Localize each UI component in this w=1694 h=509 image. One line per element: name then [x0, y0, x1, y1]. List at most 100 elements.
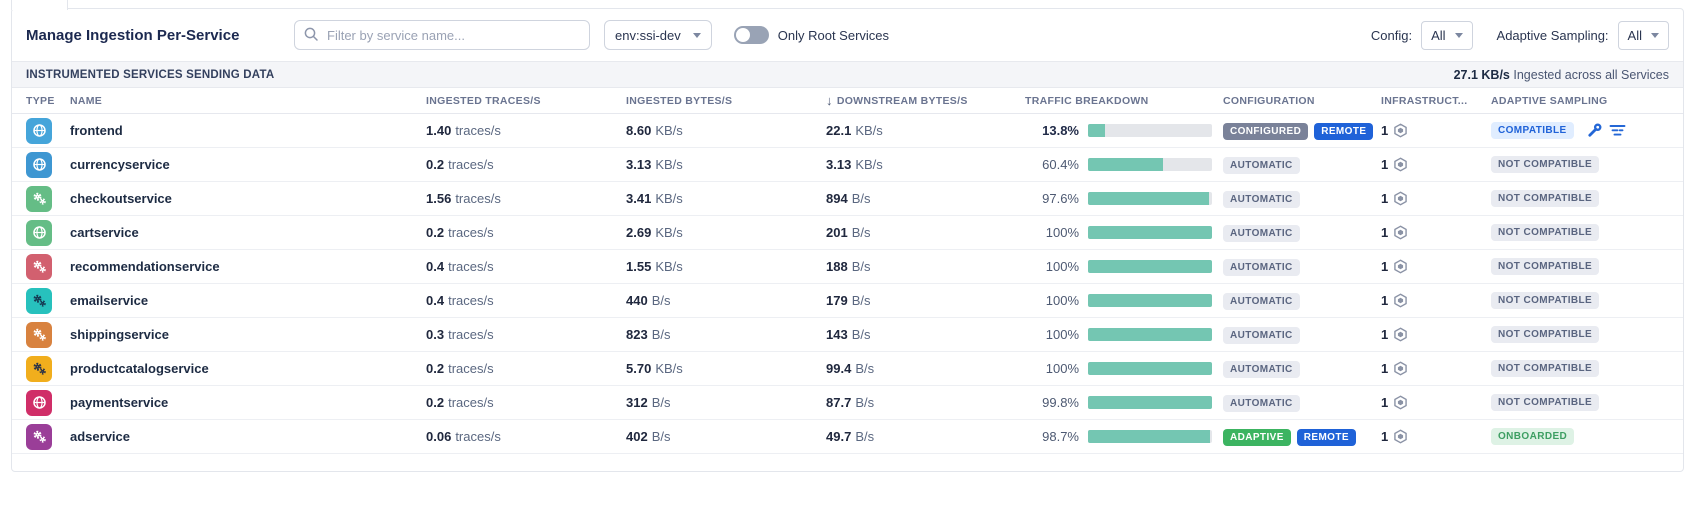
configuration-cell: AUTOMATIC — [1223, 156, 1381, 174]
service-name-link[interactable]: currencyservice — [70, 157, 170, 172]
service-name-link[interactable]: emailservice — [70, 293, 148, 308]
traffic-breakdown-cell: 100% — [1025, 327, 1223, 342]
host-hexagon-icon — [1393, 429, 1408, 444]
config-badge-adaptive: ADAPTIVE — [1223, 428, 1291, 446]
only-root-services-toggle[interactable] — [733, 26, 769, 44]
service-type-gears-icon — [26, 287, 52, 314]
table-row[interactable]: productcatalogservice 0.2 traces/s 5.70 KB… — [12, 352, 1683, 386]
column-header-name[interactable]: NAME — [70, 95, 426, 107]
only-root-services-label: Only Root Services — [777, 27, 890, 43]
column-header-infrastructure[interactable]: INFRASTRUCT... — [1381, 95, 1491, 107]
service-name-cell: adservice — [70, 429, 426, 444]
ingested-traces-cell: 1.56 traces/s — [426, 191, 501, 206]
ingested-traces-cell: 0.06 traces/s — [426, 429, 501, 444]
table-row[interactable]: adservice 0.06 traces/s 402 B/s 49.7 B/s 98… — [12, 420, 1683, 454]
sort-descending-icon: ↓ — [826, 93, 833, 108]
infrastructure-cell[interactable]: 1 — [1381, 361, 1491, 376]
column-header-configuration[interactable]: CONFIGURATION — [1223, 95, 1381, 107]
service-name-link[interactable]: shippingservice — [70, 327, 169, 342]
config-badge-automatic: AUTOMATIC — [1223, 190, 1300, 208]
adaptive-sampling-filter-dropdown[interactable]: All — [1617, 20, 1669, 50]
ingested-traces-cell: 0.3 traces/s — [426, 327, 494, 342]
service-type-cell — [26, 117, 70, 144]
infrastructure-cell[interactable]: 1 — [1381, 191, 1491, 206]
search-icon — [303, 26, 320, 48]
adaptive-sampling-cell: NOT COMPATIBLE — [1491, 258, 1669, 275]
service-name-link[interactable]: checkoutservice — [70, 191, 172, 206]
total-ingested: 27.1 KB/s Ingested across all Services — [1454, 68, 1669, 82]
adaptive-sampling-badge: NOT COMPATIBLE — [1491, 394, 1600, 411]
table-row[interactable]: shippingservice 0.3 traces/s 823 B/s 143 B/… — [12, 318, 1683, 352]
config-badge-automatic: AUTOMATIC — [1223, 360, 1300, 378]
adaptive-sampling-cell: NOT COMPATIBLE — [1491, 224, 1669, 241]
adaptive-sampling-badge: NOT COMPATIBLE — [1491, 326, 1600, 343]
table-row[interactable]: paymentservice 0.2 traces/s 312 B/s 87.7 B/… — [12, 386, 1683, 420]
ingested-traces-cell: 1.40 traces/s — [426, 123, 501, 138]
traffic-percent: 98.7% — [1042, 429, 1079, 444]
column-header-type[interactable]: TYPE — [26, 95, 70, 107]
adaptive-sampling-badge: ONBOARDED — [1491, 428, 1575, 445]
search-input[interactable] — [294, 20, 590, 50]
column-header-ingested-traces[interactable]: INGESTED TRACES/S — [426, 95, 626, 107]
ingested-bytes-cell: 2.69 KB/s — [626, 225, 683, 240]
service-name-cell: emailservice — [70, 293, 426, 308]
table-row[interactable]: recommendationservice 0.4 traces/s 1.55 KB… — [12, 250, 1683, 284]
column-header-downstream-bytes[interactable]: ↓ DOWNSTREAM BYTES/S — [826, 93, 1025, 108]
service-type-cell — [26, 253, 70, 280]
traffic-percent: 100% — [1045, 327, 1079, 342]
traffic-percent: 100% — [1045, 259, 1079, 274]
infrastructure-cell[interactable]: 1 — [1381, 293, 1491, 308]
toggle-knob — [735, 28, 750, 42]
infrastructure-cell[interactable]: 1 — [1381, 259, 1491, 274]
traffic-percent: 100% — [1045, 225, 1079, 240]
table-row[interactable]: cartservice 0.2 traces/s 2.69 KB/s 201 B/s … — [12, 216, 1683, 250]
column-header-ingested-bytes[interactable]: INGESTED BYTES/S — [626, 95, 826, 107]
service-name-cell: cartservice — [70, 225, 426, 240]
downstream-bytes-cell: 49.7 B/s — [826, 429, 875, 444]
ingested-traces-cell: 0.2 traces/s — [426, 395, 494, 410]
service-name-link[interactable]: recommendationservice — [70, 259, 220, 274]
table-header-row: TYPE NAME INGESTED TRACES/S INGESTED BYT… — [12, 88, 1683, 114]
manage-ingestion-panel: Manage Ingestion Per-Service env:ssi-dev… — [11, 8, 1684, 472]
ingested-bytes-cell: 440 B/s — [626, 293, 671, 308]
adaptive-sampling-cell: COMPATIBLE — [1491, 122, 1669, 139]
config-badge-automatic: AUTOMATIC — [1223, 326, 1300, 344]
infrastructure-cell[interactable]: 1 — [1381, 395, 1491, 410]
toolbar: Manage Ingestion Per-Service env:ssi-dev… — [12, 9, 1683, 61]
env-dropdown[interactable]: env:ssi-dev — [604, 20, 712, 50]
traffic-percent: 13.8% — [1042, 123, 1079, 138]
infrastructure-cell[interactable]: 1 — [1381, 429, 1491, 444]
config-filter-label: Config: — [1370, 27, 1413, 43]
service-name-cell: frontend — [70, 123, 426, 138]
column-header-traffic-breakdown[interactable]: TRAFFIC BREAKDOWN — [1025, 95, 1223, 107]
table-row[interactable]: checkoutservice 1.56 traces/s 3.41 KB/s 89… — [12, 182, 1683, 216]
config-filter-dropdown[interactable]: All — [1421, 20, 1473, 50]
service-name-link[interactable]: paymentservice — [70, 395, 168, 410]
service-name-link[interactable]: adservice — [70, 429, 130, 444]
infrastructure-cell[interactable]: 1 — [1381, 123, 1491, 138]
service-type-gears-icon — [26, 423, 52, 450]
table-row[interactable]: frontend 1.40 traces/s 8.60 KB/s 22.1 KB/s … — [12, 114, 1683, 148]
adaptive-sampling-cell: NOT COMPATIBLE — [1491, 292, 1669, 309]
configuration-cell: AUTOMATIC — [1223, 326, 1381, 344]
column-header-adaptive-sampling[interactable]: ADAPTIVE SAMPLING — [1491, 95, 1669, 107]
service-type-cell — [26, 423, 70, 450]
config-badge-automatic: AUTOMATIC — [1223, 292, 1300, 310]
infrastructure-cell[interactable]: 1 — [1381, 327, 1491, 342]
wrench-icon[interactable] — [1587, 123, 1602, 138]
host-hexagon-icon — [1393, 361, 1408, 376]
service-name-link[interactable]: productcatalogservice — [70, 361, 209, 376]
service-name-link[interactable]: cartservice — [70, 225, 139, 240]
service-name-link[interactable]: frontend — [70, 123, 123, 138]
section-header: INSTRUMENTED SERVICES SENDING DATA 27.1 … — [12, 61, 1683, 88]
filter-lines-icon[interactable] — [1609, 124, 1626, 137]
configuration-cell: AUTOMATIC — [1223, 258, 1381, 276]
host-hexagon-icon — [1393, 293, 1408, 308]
infrastructure-cell[interactable]: 1 — [1381, 157, 1491, 172]
downstream-bytes-cell: 179 B/s — [826, 293, 871, 308]
adaptive-sampling-badge: COMPATIBLE — [1491, 122, 1574, 139]
infrastructure-cell[interactable]: 1 — [1381, 225, 1491, 240]
page-title: Manage Ingestion Per-Service — [26, 26, 240, 44]
table-row[interactable]: emailservice 0.4 traces/s 440 B/s 179 B/s 1… — [12, 284, 1683, 318]
table-row[interactable]: currencyservice 0.2 traces/s 3.13 KB/s 3.1… — [12, 148, 1683, 182]
